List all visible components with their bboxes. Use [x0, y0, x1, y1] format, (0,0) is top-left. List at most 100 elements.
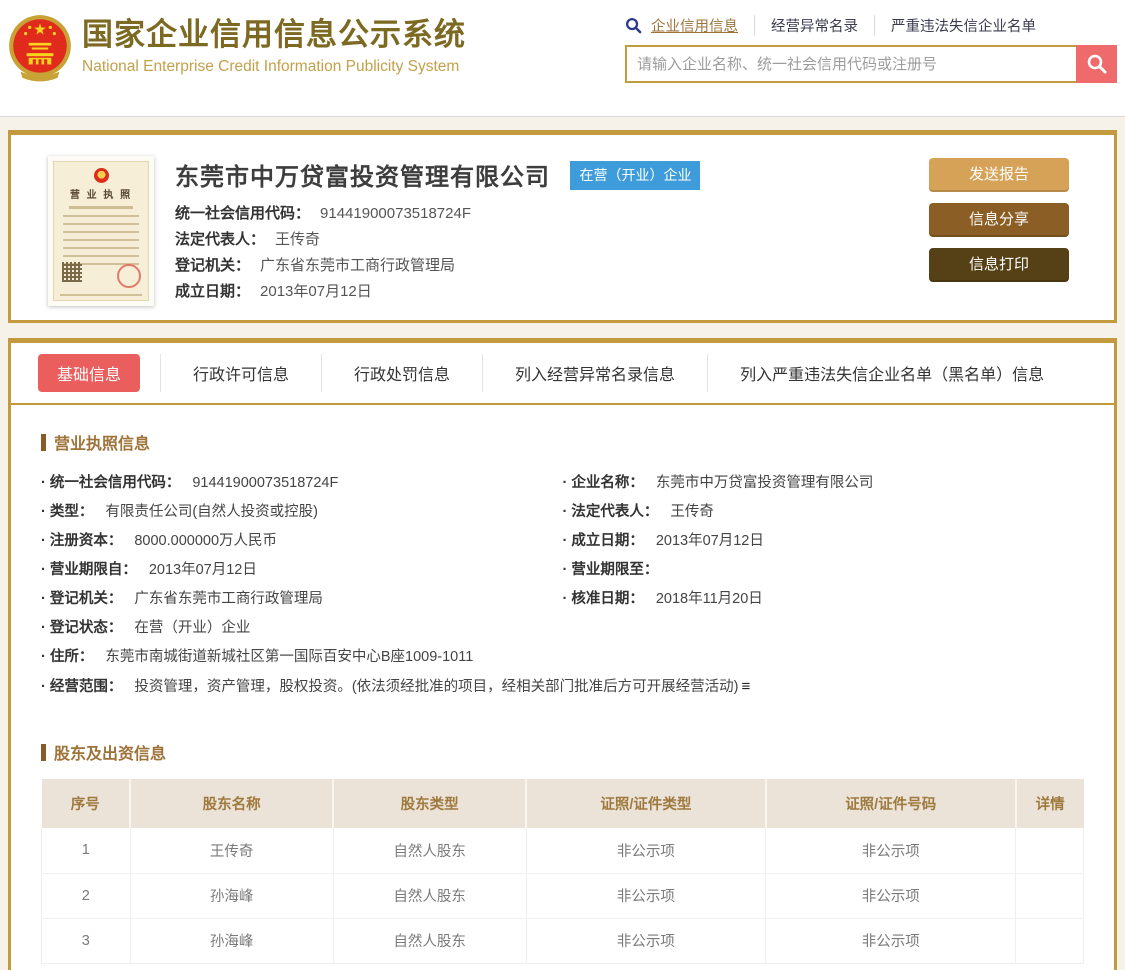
header-nav-links: 企业信用信息 经营异常名录 严重违法失信企业名单 [625, 14, 1117, 36]
nav-link-2[interactable]: 经营异常名录 [754, 14, 858, 36]
nav-link-3[interactable]: 严重违法失信企业名单 [874, 14, 1036, 36]
table-row: 3 孙海峰 自然人股东 非公示项 非公示项 [41, 918, 1084, 964]
detail-value: 91441900073518724F [192, 475, 339, 491]
company-summary-card: 营 业 执 照 东莞市中万贷富投资管理有限公司 在营（开业）企业 统一社会信用代… [8, 130, 1117, 323]
red-seal-icon [117, 264, 141, 288]
shareholder-table: 序号 股东名称 股东类型 证照/证件类型 证照/证件号码 详情 1 王传奇 自然人股东 非公示项… [41, 779, 1084, 964]
table-cell: 非公示项 [525, 828, 767, 874]
field-label: 统一社会信用代码： [175, 205, 311, 222]
detail-value: 有限责任公司(自然人投资或控股) [105, 504, 319, 520]
shareholder-section: 股东及出资信息 序号 股东名称 股东类型 证照/证件类型 证照/证件号码 详情 1 王传奇自… [41, 740, 1084, 964]
detail-label: · 企业名称： [562, 475, 644, 491]
detail-label: · 登记状态： [41, 620, 123, 636]
table-cell: 自然人股东 [332, 873, 527, 919]
status-badge: 在营（开业）企业 [570, 161, 701, 190]
site-header: 国家企业信用信息公示系统 National Enterprise Credit … [0, 0, 1125, 117]
column-header: 证照/证件号码 [765, 779, 1017, 828]
detail-item: · 统一社会信用代码： 91441900073518724F [41, 469, 563, 498]
detail-value: 东莞市中万贷富投资管理有限公司 [655, 475, 874, 491]
detail-item: · 核准日期： 2018年11月20日 [563, 585, 1085, 614]
expand-icon[interactable]: ≡ [742, 678, 751, 695]
field-value: 91441900073518724F [320, 205, 471, 222]
shareholder-table-head-row: 序号 股东名称 股东类型 证照/证件类型 证照/证件号码 详情 [41, 779, 1084, 828]
action-buttons: 发送报告信息分享信息打印 [929, 158, 1069, 293]
table-cell: 1 [41, 828, 131, 874]
table-cell: 3 [41, 918, 131, 964]
field-label: 法定代表人： [175, 231, 266, 248]
national-emblem-logo [9, 15, 71, 82]
qr-code [62, 262, 82, 282]
detail-value: 东莞市南城街道新城社区第一国际百安中心B座1009-1011 [105, 649, 474, 665]
tab-4[interactable]: 列入经营异常名录信息 [482, 354, 707, 392]
detail-value: 投资管理，资产管理，股权投资。(依法须经批准的项目，经相关部门批准后方可开展经营… [134, 679, 739, 695]
search-icon [626, 17, 642, 33]
license-detail-rows: · 统一社会信用代码： 91441900073518724F · 企业名称： 东莞市中… [41, 469, 1084, 702]
detail-row: · 经营范围： 投资管理，资产管理，股权投资。(依法须经批准的项目，经相关部门批准… [41, 672, 1084, 702]
detail-item: · 营业期限自： 2013年07月12日 [41, 556, 563, 585]
share-info-button[interactable]: 信息分享 [929, 203, 1069, 237]
company-name: 东莞市中万贷富投资管理有限公司 [175, 164, 550, 191]
detail-item: · 营业期限至： [563, 556, 1085, 585]
detail-label: · 营业期限至： [562, 562, 659, 578]
detail-value: 广东省东莞市工商行政管理局 [134, 591, 323, 607]
detail-item: · 法定代表人： 王传奇 [563, 498, 1085, 527]
detail-value: 8000.000000万人民币 [134, 533, 278, 549]
column-header: 股东类型 [333, 779, 528, 828]
detail-label: · 注册资本： [41, 533, 123, 549]
detail-card: 基础信息 行政许可信息 行政处罚信息 列入经营异常名录信息 列入严重违法失信企业名单（黑… [8, 338, 1117, 970]
search-block: 企业信用信息 经营异常名录 严重违法失信企业名单 [625, 14, 1117, 83]
license-text-lines [63, 215, 139, 267]
shareholder-table-body: 1 王传奇 自然人股东 非公示项 非公示项 2 孙海峰 自然人股东 非公示项 非公示项 3 孙海峰 自然… [41, 828, 1084, 964]
site-title-en: National Enterprise Credit Information P… [82, 58, 460, 75]
detail-item: · 经营范围： 投资管理，资产管理，股权投资。(依法须经批准的项目，经相关部门批准… [41, 672, 1084, 702]
table-cell: 自然人股东 [332, 918, 527, 964]
license-image: 营 业 执 照 [48, 156, 154, 306]
tab-bar: 基础信息 行政许可信息 行政处罚信息 列入经营异常名录信息 列入严重违法失信企业名单（黑… [11, 343, 1114, 405]
detail-label: · 类型： [41, 504, 94, 520]
send-report-button[interactable]: 发送报告 [929, 158, 1069, 192]
search-button[interactable] [1076, 45, 1117, 83]
table-cell [1015, 873, 1084, 919]
tab-2[interactable]: 行政许可信息 [160, 354, 321, 392]
field-value: 王传奇 [275, 231, 321, 248]
license-title: 营 业 执 照 [69, 190, 133, 201]
print-info-button[interactable]: 信息打印 [929, 248, 1069, 282]
table-cell: 非公示项 [525, 918, 767, 964]
table-cell [1015, 918, 1084, 964]
license-section-title: 营业执照信息 [41, 430, 1084, 454]
detail-label: · 住所： [41, 649, 94, 665]
column-header: 序号 [41, 779, 132, 828]
tab-1[interactable]: 基础信息 [38, 354, 141, 392]
detail-row: · 住所： 东莞市南城街道新城社区第一国际百安中心B座1009-1011 [41, 643, 1084, 672]
table-cell: 2 [41, 873, 131, 919]
column-header: 证照/证件类型 [526, 779, 767, 828]
detail-item: · 登记机关： 广东省东莞市工商行政管理局 [41, 585, 563, 614]
table-row: 2 孙海峰 自然人股东 非公示项 非公示项 [41, 873, 1084, 919]
detail-row: · 登记状态： 在营（开业）企业 [41, 614, 1084, 643]
column-header: 详情 [1015, 779, 1084, 828]
detail-value: 在营（开业）企业 [134, 620, 251, 636]
detail-label: · 核准日期： [562, 591, 644, 607]
nav-link-1[interactable]: 企业信用信息 [651, 15, 738, 36]
detail-item: · 成立日期： 2013年07月12日 [563, 527, 1085, 556]
field-label: 登记机关： [175, 257, 251, 274]
table-cell: 非公示项 [765, 918, 1017, 964]
table-cell: 非公示项 [525, 873, 767, 919]
search-input[interactable] [625, 45, 1076, 83]
field-value: 广东省东莞市工商行政管理局 [260, 257, 456, 274]
column-header: 股东名称 [130, 779, 335, 828]
tab-5[interactable]: 列入严重违法失信企业名单（黑名单）信息 [707, 354, 1076, 392]
table-cell: 孙海峰 [129, 873, 334, 919]
detail-item: · 企业名称： 东莞市中万贷富投资管理有限公司 [563, 469, 1085, 498]
site-title-block: 国家企业信用信息公示系统 National Enterprise Credit … [82, 12, 466, 76]
tab-3[interactable]: 行政处罚信息 [321, 354, 482, 392]
table-cell: 王传奇 [129, 828, 334, 874]
detail-row: · 营业期限自： 2013年07月12日 · 营业期限至： [41, 556, 1084, 585]
table-row: 1 王传奇 自然人股东 非公示项 非公示项 [41, 828, 1084, 874]
detail-value: 2013年07月12日 [148, 562, 257, 578]
detail-row: · 统一社会信用代码： 91441900073518724F · 企业名称： 东莞市中… [41, 469, 1084, 498]
license-info-section: 营业执照信息 · 统一社会信用代码： 91441900073518724F · 企业… [41, 430, 1084, 702]
section-marker [41, 743, 46, 761]
detail-row: · 类型： 有限责任公司(自然人投资或控股) · 法定代表人： 王传奇 [41, 498, 1084, 527]
detail-row: · 登记机关： 广东省东莞市工商行政管理局 · 核准日期： 2018年11月20日 [41, 585, 1084, 614]
